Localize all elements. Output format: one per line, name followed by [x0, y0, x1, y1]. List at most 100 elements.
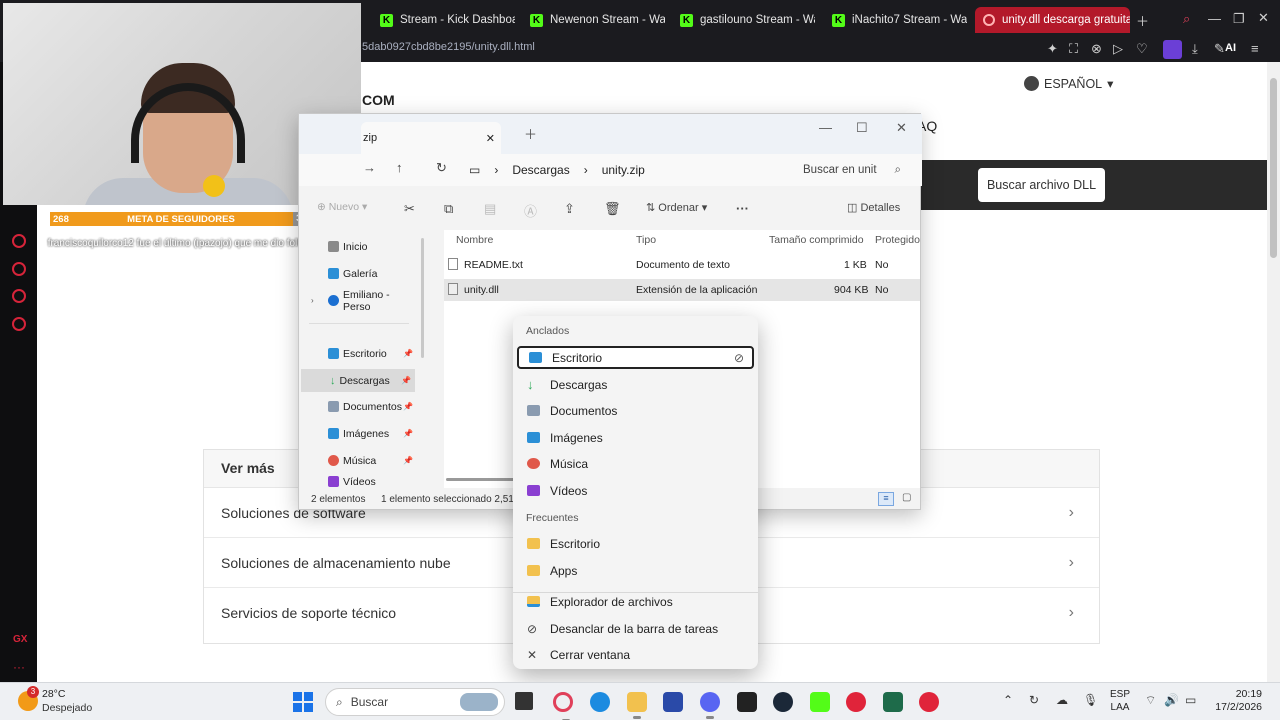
up-icon[interactable]: ↑ [396, 160, 403, 175]
nav-onedrive[interactable]: › Emiliano - Perso [299, 289, 417, 313]
opera-gx-icon[interactable] [553, 692, 573, 720]
wifi-icon[interactable]: ⌔ [1145, 693, 1156, 708]
task-view-icon[interactable] [515, 692, 533, 710]
scrollbar-thumb[interactable] [1270, 78, 1277, 258]
share-icon[interactable]: ⇪ [564, 201, 575, 217]
weather-condition[interactable]: Despejado [42, 702, 92, 714]
nav-imagenes[interactable]: Imágenes 📌 [299, 422, 417, 445]
explorer-search-input[interactable]: Buscar en unit ⌕ [789, 158, 909, 182]
file-explorer-icon[interactable] [627, 692, 647, 719]
minimize-icon[interactable]: — [1208, 11, 1221, 26]
language-selector[interactable]: ESPAÑOL ▾ [1024, 76, 1113, 91]
jump-musica[interactable]: Música [517, 452, 754, 475]
details-view-icon[interactable]: ≡ [878, 492, 894, 506]
nav-musica[interactable]: Música 📌 [299, 449, 417, 472]
new-button[interactable]: ⊕ Nuevo ▾ [317, 201, 367, 213]
volume-icon[interactable]: 🔊 [1164, 693, 1179, 707]
discord-icon[interactable] [700, 692, 720, 719]
nav-inicio[interactable]: Inicio [299, 235, 417, 258]
nav-escritorio[interactable]: Escritorio 📌 [299, 342, 417, 365]
tiles-view-icon[interactable]: ▢ [902, 492, 911, 503]
new-tab-icon[interactable]: ＋ [1136, 11, 1149, 30]
search-tabs-icon[interactable]: ⌕ [1183, 11, 1190, 27]
show-hidden-icons-icon[interactable]: ⌃ [1003, 693, 1013, 707]
crumb-descargas[interactable]: Descargas [512, 163, 569, 177]
play-icon[interactable]: ▷ [1113, 41, 1123, 57]
tab-kick-dashboard[interactable]: K Stream - Kick Dashboard [380, 7, 515, 33]
explorer-tab[interactable]: zip ✕ [361, 122, 501, 154]
page-scrollbar[interactable] [1267, 62, 1280, 682]
bookmark-heart-icon[interactable]: ♡ [1136, 41, 1148, 57]
edge-icon[interactable] [590, 692, 610, 712]
nav-descargas[interactable]: ↓ Descargas 📌 [301, 369, 415, 392]
temperature[interactable]: 28°C [42, 688, 65, 700]
jump-videos[interactable]: Vídeos [517, 479, 754, 502]
epic-games-icon[interactable] [737, 692, 757, 712]
jump-imagenes[interactable]: Imágenes [517, 426, 754, 449]
sync-icon[interactable]: ↻ [1029, 693, 1039, 707]
cloud-icon[interactable]: ☁ [1056, 693, 1068, 707]
system-clock[interactable]: 20:19 17/2/2026 [1208, 688, 1262, 714]
site-logo[interactable]: COM [362, 92, 395, 108]
new-tab-icon[interactable]: ＋ [524, 124, 537, 143]
jump-descargas[interactable]: ↓ Descargas [517, 373, 754, 396]
capcut-icon[interactable] [883, 692, 903, 712]
maximize-icon[interactable]: ❐ [1233, 11, 1245, 27]
column-protected[interactable]: Protegido [875, 234, 920, 246]
more-options-button[interactable]: ··· [736, 201, 749, 216]
streamlabs-icon[interactable] [919, 692, 939, 712]
microphone-icon[interactable]: 🎙 [1083, 693, 1098, 707]
close-window-icon[interactable]: ✕ [1258, 10, 1269, 26]
jump-close-window[interactable]: ✕ Cerrar ventana [517, 643, 754, 666]
tab-gastilouno[interactable]: K gastilouno Stream - Watch [680, 7, 815, 33]
nav-videos[interactable]: Vídeos [299, 475, 417, 488]
column-name[interactable]: Nombre [456, 234, 493, 246]
cut-icon[interactable]: ✂ [404, 201, 415, 217]
maximize-icon[interactable]: ☐ [856, 120, 868, 136]
visual-studio-code-icon[interactable] [663, 692, 683, 712]
unpin-icon[interactable]: ⊘ [734, 351, 744, 365]
column-type[interactable]: Tipo [636, 234, 656, 246]
nav-documentos[interactable]: Documentos 📌 [299, 395, 417, 418]
settings-icon[interactable] [12, 317, 26, 331]
history-icon[interactable] [12, 262, 26, 276]
rename-icon[interactable]: Ⓐ [524, 201, 537, 220]
paste-icon[interactable]: ▤ [484, 201, 496, 217]
expand-chevron-icon[interactable]: › [311, 296, 314, 305]
adblock-icon[interactable]: ⊗ [1091, 41, 1102, 57]
start-button[interactable] [293, 692, 313, 712]
kick-icon[interactable] [810, 692, 830, 712]
refresh-icon[interactable]: ↻ [436, 160, 447, 176]
sidebar-more-icon[interactable]: ··· [13, 660, 25, 674]
menu-icon[interactable]: ≡ [1251, 41, 1259, 56]
extensions-icon[interactable] [12, 289, 26, 303]
delete-icon[interactable]: 🗑 [604, 201, 621, 217]
crumb-unity-zip[interactable]: unity.zip [602, 163, 645, 177]
back-icon[interactable]: → [363, 160, 376, 175]
column-size[interactable]: Tamaño comprimido [769, 234, 864, 246]
url-field[interactable]: 5dab0927cbd8be2195/unity.dll.html [362, 41, 535, 53]
gx-control-icon[interactable] [12, 234, 26, 248]
profile-avatar-icon[interactable] [1163, 40, 1182, 59]
jump-frequent-escritorio[interactable]: Escritorio [517, 532, 754, 555]
nav-scrollbar[interactable] [421, 238, 424, 358]
media-player-icon[interactable] [846, 692, 866, 712]
minimize-icon[interactable]: — [819, 120, 832, 135]
jump-unpin-taskbar[interactable]: ⊘ Desanclar de la barra de tareas [517, 617, 754, 640]
file-row[interactable]: README.txt Documento de texto 1 KB No [444, 254, 920, 276]
aria-ai-icon[interactable]: ✎ [1214, 41, 1225, 57]
jump-open-file-explorer[interactable]: Explorador de archivos [517, 590, 754, 613]
details-button[interactable]: ◫ Detalles [847, 201, 900, 214]
ai-label[interactable]: AI [1225, 42, 1236, 54]
nav-galeria[interactable]: Galería [299, 262, 417, 285]
snapshot-icon[interactable]: ⛶ [1069, 41, 1078, 57]
pin-icon[interactable]: ✦ [1047, 41, 1058, 57]
close-icon[interactable]: ✕ [896, 120, 907, 136]
search-dll-button[interactable]: Buscar archivo DLL [978, 168, 1105, 202]
tab-newenon[interactable]: K Newenon Stream - Watch [530, 7, 665, 33]
jump-escritorio[interactable]: Escritorio ⊘ [517, 346, 754, 369]
file-row-selected[interactable]: unity.dll Extensión de la aplicación 904… [444, 279, 920, 301]
jump-frequent-apps[interactable]: Apps [517, 559, 754, 582]
sort-button[interactable]: ⇅ Ordenar ▾ [646, 201, 707, 214]
close-tab-icon[interactable]: ✕ [486, 132, 495, 145]
